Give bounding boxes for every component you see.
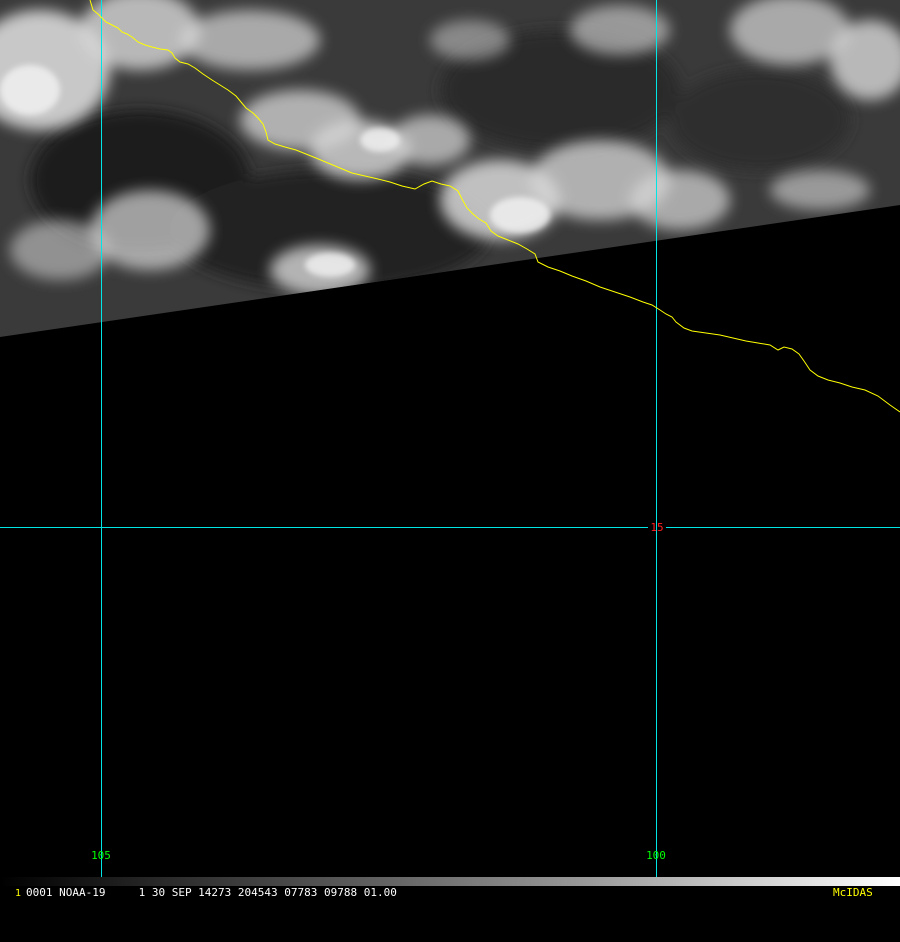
mcidas-brand: McIDAS	[833, 886, 873, 899]
satellite-image-viewer[interactable]: 105 100 15	[0, 0, 900, 900]
longitude-label-105: 105	[91, 849, 111, 862]
longitude-label-100: 100	[646, 849, 666, 862]
cloud-imagery	[0, 0, 900, 337]
status-bar: 1 0001 NOAA-19 1 30 SEP 14273 204543 077…	[0, 886, 900, 900]
frame-number: 1	[15, 888, 22, 899]
latitude-label-15: 15	[650, 521, 663, 534]
grayscale-color-bar	[0, 877, 900, 886]
satellite-map: 105 100 15	[0, 0, 900, 886]
image-info-text: 0001 NOAA-19 1 30 SEP 14273 204543 07783…	[26, 886, 397, 899]
